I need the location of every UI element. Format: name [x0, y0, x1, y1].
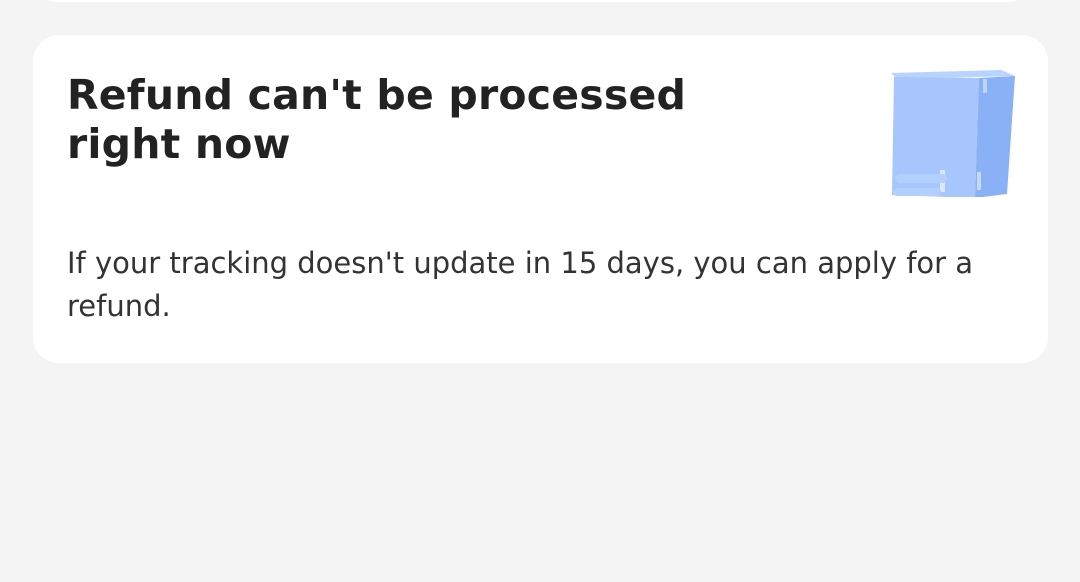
previous-card-edge: [33, 0, 1033, 2]
page: Refund can't be processed right now If y…: [0, 0, 1080, 582]
notice-message: If your tracking doesn't update in 15 da…: [67, 246, 974, 323]
notice-title: Refund can't be processed right now: [67, 71, 687, 168]
refund-notice-card: Refund can't be processed right now If y…: [33, 35, 1048, 363]
moving-package-icon: [837, 67, 1019, 198]
